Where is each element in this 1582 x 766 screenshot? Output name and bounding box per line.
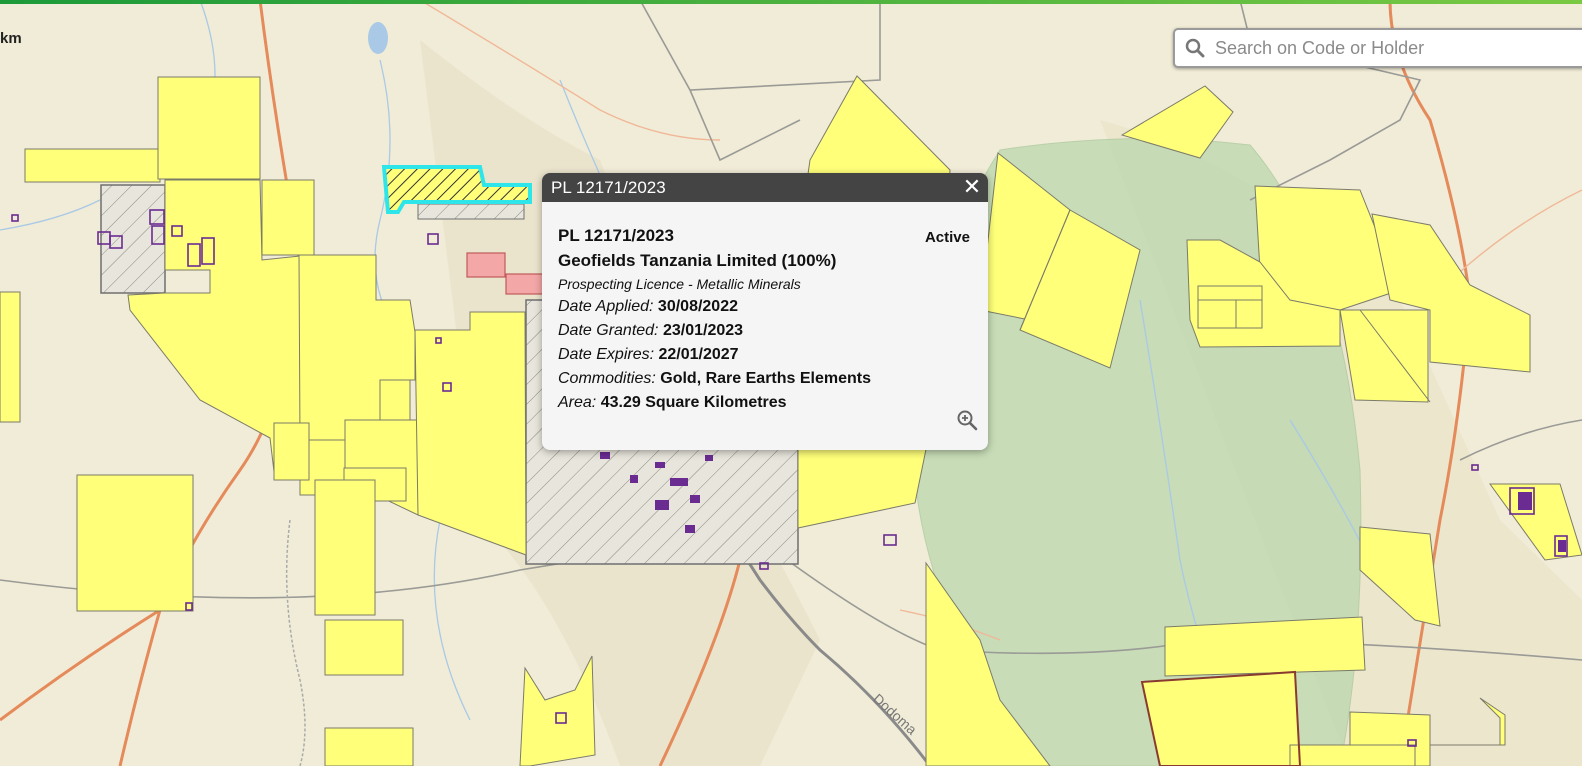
zoom-in-icon[interactable] bbox=[956, 409, 978, 431]
popup-body: Active PL 12171/2023 Geofields Tanzania … bbox=[542, 202, 988, 412]
scale-bar-unit: km bbox=[0, 30, 22, 47]
date-granted-row: Date Granted: 23/01/2023 bbox=[558, 322, 972, 340]
field-label: Commodities: bbox=[558, 370, 656, 387]
area-row: Area: 43.29 Square Kilometres bbox=[558, 394, 972, 412]
search-icon bbox=[1185, 38, 1205, 58]
status-badge: Active bbox=[924, 229, 970, 246]
search-input[interactable] bbox=[1215, 33, 1575, 63]
reserved-area[interactable] bbox=[417, 203, 525, 220]
licence-type: Prospecting Licence - Metallic Minerals bbox=[558, 276, 801, 292]
close-icon[interactable]: ✕ bbox=[960, 173, 984, 202]
field-label: Date Granted: bbox=[558, 322, 659, 339]
field-value: Gold, Rare Earths Elements bbox=[660, 370, 871, 387]
licence-code: PL 12171/2023 bbox=[558, 226, 674, 245]
field-value: 30/08/2022 bbox=[657, 298, 738, 315]
field-value: 43.29 Square Kilometres bbox=[600, 394, 787, 411]
popup-header: PL 12171/2023 ✕ bbox=[542, 173, 988, 202]
search-box[interactable] bbox=[1173, 28, 1582, 68]
date-applied-row: Date Applied: 30/08/2022 bbox=[558, 298, 972, 316]
field-label: Area: bbox=[558, 394, 597, 411]
lake bbox=[368, 22, 388, 54]
popup-title: PL 12171/2023 bbox=[551, 178, 666, 197]
licence-info-popup: PL 12171/2023 ✕ Active PL 12171/2023 Geo… bbox=[542, 173, 988, 450]
field-value: 22/01/2027 bbox=[658, 346, 739, 363]
date-expires-row: Date Expires: 22/01/2027 bbox=[558, 346, 972, 364]
field-value: 23/01/2023 bbox=[662, 322, 744, 339]
field-label: Date Applied: bbox=[558, 298, 654, 315]
app-header-bar bbox=[0, 0, 1582, 4]
commodities-row: Commodities: Gold, Rare Earths Elements bbox=[558, 370, 972, 388]
licence-holder: Geofields Tanzania Limited (100%) bbox=[558, 251, 837, 270]
field-label: Date Expires: bbox=[558, 346, 655, 363]
